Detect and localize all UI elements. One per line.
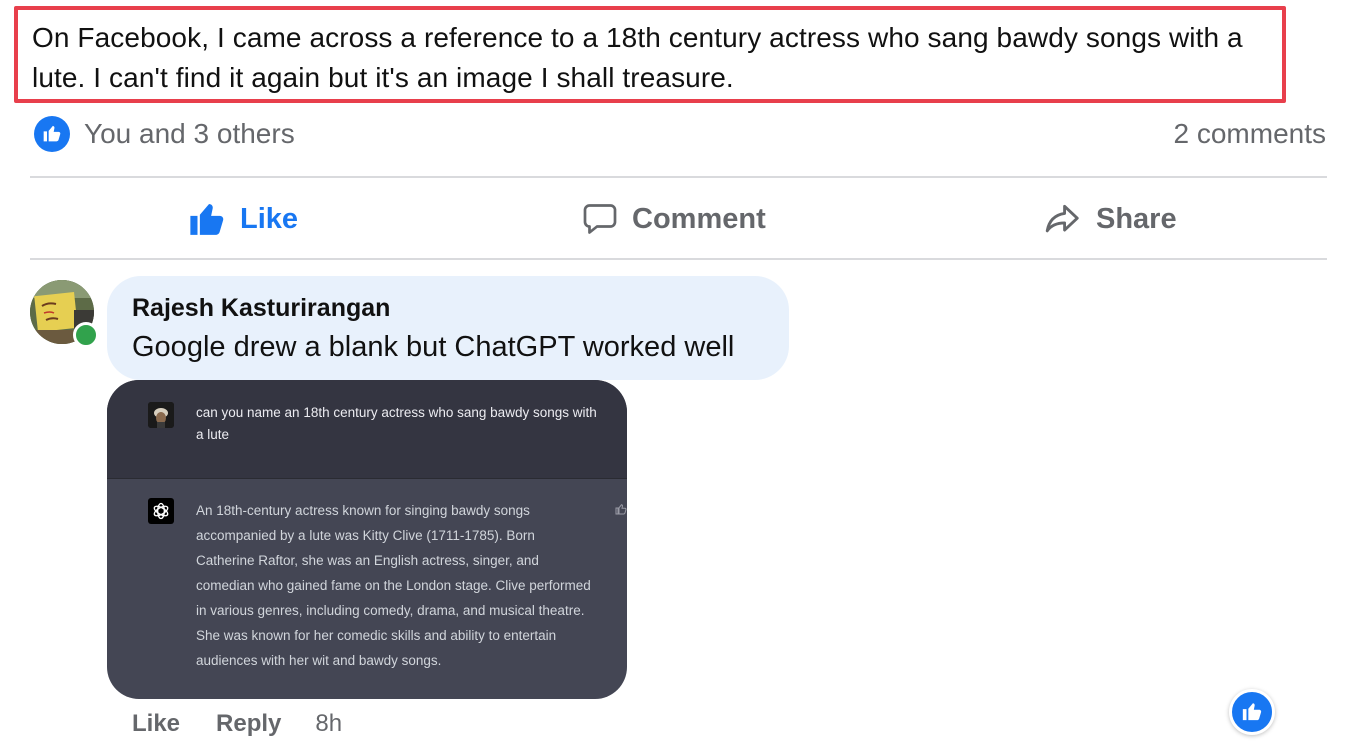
share-button[interactable]: Share: [1044, 180, 1177, 258]
post-text: On Facebook, I came across a reference t…: [32, 22, 1243, 93]
user-avatar-icon: [148, 402, 174, 428]
chatgpt-assistant-reply: An 18th-century actress known for singin…: [196, 503, 591, 668]
comment-body: Google drew a blank but ChatGPT worked w…: [132, 331, 735, 363]
post-action-bar: Like Comment Share: [30, 180, 1327, 258]
reactions-summary[interactable]: You and 3 others: [84, 118, 295, 150]
divider-bottom: [30, 258, 1327, 260]
comment-timestamp[interactable]: 8h: [315, 710, 342, 744]
like-reaction-icon[interactable]: [34, 116, 70, 152]
reactions-row: You and 3 others 2 comments: [34, 114, 1326, 156]
comment-actions: Like Reply 8h: [132, 710, 342, 744]
divider-top: [30, 176, 1327, 178]
chatgpt-user-turn: can you name an 18th century actress who…: [107, 380, 627, 479]
thumbs-up-icon: [190, 203, 224, 235]
share-arrow-icon: [1045, 204, 1079, 233]
comment-reply-button[interactable]: Reply: [216, 710, 281, 744]
chatgpt-user-prompt: can you name an 18th century actress who…: [196, 405, 597, 442]
comment-bubble: Rajesh Kasturirangan Google drew a blank…: [107, 276, 789, 380]
comment-like-button[interactable]: Like: [132, 710, 180, 744]
comment-attachment-image[interactable]: can you name an 18th century actress who…: [107, 380, 627, 699]
speech-bubble-icon: [583, 204, 617, 234]
like-label: Like: [240, 202, 299, 235]
like-button[interactable]: Like: [188, 180, 298, 258]
comments-count[interactable]: 2 comments: [1174, 118, 1327, 150]
share-label: Share: [1096, 202, 1177, 235]
facebook-post: On Facebook, I came across a reference t…: [0, 0, 1362, 746]
post-text-highlight: On Facebook, I came across a reference t…: [14, 6, 1286, 103]
online-status-indicator: [73, 322, 99, 348]
thumbs-up-icon: [615, 504, 627, 515]
comment-like-reaction-icon[interactable]: [1229, 689, 1275, 735]
comment-label: Comment: [632, 202, 766, 235]
openai-logo-icon: [148, 498, 174, 524]
comment-button[interactable]: Comment: [582, 180, 766, 258]
comment-author[interactable]: Rajesh Kasturirangan: [132, 292, 765, 324]
